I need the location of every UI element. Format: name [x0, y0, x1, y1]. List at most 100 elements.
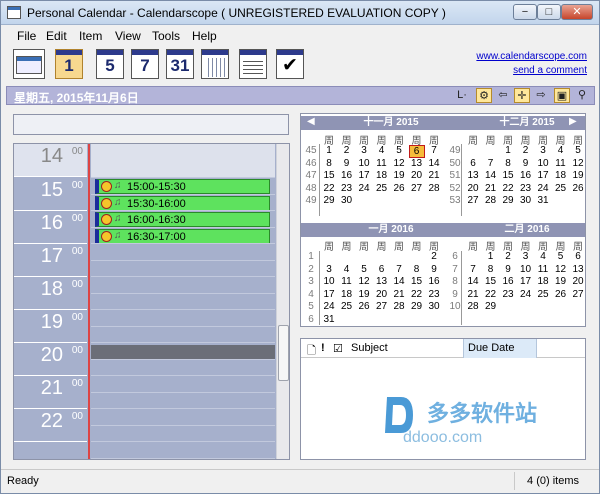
calendar-day[interactable]: 24	[356, 183, 372, 194]
month-view-button[interactable]: 31	[166, 49, 194, 79]
calendar-day[interactable]: 2	[500, 251, 516, 262]
menu-item[interactable]: Item	[79, 29, 102, 43]
send-comment-link[interactable]: send a comment	[513, 65, 587, 76]
calendar-day[interactable]: 25	[553, 183, 569, 194]
calendar-day[interactable]: 17	[356, 170, 372, 181]
calendar-day[interactable]: 27	[374, 301, 390, 312]
calendar-day[interactable]: 15	[500, 170, 516, 181]
calendar-day[interactable]: 1	[483, 251, 499, 262]
calendar-day[interactable]: 8	[321, 158, 337, 169]
calendar-day[interactable]: 22	[483, 289, 499, 300]
calendar-day[interactable]: 24	[321, 301, 337, 312]
appointment[interactable]: ♫ 16:30-17:00	[95, 229, 270, 244]
day-view-button[interactable]: 1	[55, 49, 83, 79]
calendar-day[interactable]: 12	[570, 158, 586, 169]
calendar-day[interactable]: 2	[339, 145, 355, 156]
calendar-day[interactable]: 1	[321, 145, 337, 156]
calendar-day[interactable]: 18	[339, 289, 355, 300]
calendar-day[interactable]: 19	[570, 170, 586, 181]
calendar-day[interactable]: 6	[374, 264, 390, 275]
calendar-day[interactable]: 7	[426, 145, 442, 156]
calendar-day[interactable]: 24	[535, 183, 551, 194]
calendar-day[interactable]: 11	[339, 276, 355, 287]
calendar-day[interactable]: 22	[409, 289, 425, 300]
calendar-day[interactable]: 10	[518, 264, 534, 275]
calendar-day[interactable]: 3	[518, 251, 534, 262]
binoculars-icon[interactable]: ⚲	[574, 88, 590, 103]
calendar-day[interactable]: 15	[483, 276, 499, 287]
calendar-day[interactable]: 19	[391, 170, 407, 181]
calendar-day[interactable]: 8	[500, 158, 516, 169]
calendar-day[interactable]: 6	[570, 251, 586, 262]
calendar-day[interactable]: 27	[409, 183, 425, 194]
today-icon[interactable]: ✛	[514, 88, 530, 103]
calendar-day[interactable]: 8	[409, 264, 425, 275]
calendar-day[interactable]: 30	[518, 195, 534, 206]
calendar-day[interactable]: 23	[426, 289, 442, 300]
calendar-day[interactable]: 12	[553, 264, 569, 275]
calendar-day[interactable]: 17	[321, 289, 337, 300]
calendar-day[interactable]: 12	[391, 158, 407, 169]
menu-file[interactable]: File	[17, 29, 36, 43]
calendar-day[interactable]: 10	[356, 158, 372, 169]
back-arrow-icon[interactable]: ⇦	[495, 88, 511, 103]
day-view-scrollbar[interactable]	[276, 144, 289, 459]
calendar-day[interactable]: 16	[500, 276, 516, 287]
zoom-level-button[interactable]: L·	[454, 88, 470, 103]
calendar-day[interactable]: 31	[321, 314, 337, 325]
menu-help[interactable]: Help	[192, 29, 217, 43]
calendar-day[interactable]: 2	[518, 145, 534, 156]
quick-entry-box[interactable]	[13, 114, 289, 135]
calendar-day[interactable]: 4	[535, 251, 551, 262]
calendar-day[interactable]: 28	[426, 183, 442, 194]
calendar-day[interactable]: 14	[465, 276, 481, 287]
menu-edit[interactable]: Edit	[46, 29, 67, 43]
calendar-day[interactable]: 30	[426, 301, 442, 312]
calendar-day[interactable]: 20	[570, 276, 586, 287]
calendar-day[interactable]: 4	[374, 145, 390, 156]
scroll-thumb[interactable]	[278, 325, 289, 381]
menu-view[interactable]: View	[115, 29, 141, 43]
calendar-day[interactable]: 11	[535, 264, 551, 275]
calendar-day[interactable]: 25	[535, 289, 551, 300]
calendar-day[interactable]: 8	[483, 264, 499, 275]
calendar-day[interactable]: 3	[321, 264, 337, 275]
calendar-day[interactable]: 13	[570, 264, 586, 275]
calendar-day[interactable]: 5	[570, 145, 586, 156]
calendar-day[interactable]: 18	[374, 170, 390, 181]
appointment[interactable]: ♫ 16:00-16:30	[95, 212, 270, 227]
forward-arrow-icon[interactable]: ⇨	[533, 88, 549, 103]
month-title-jan[interactable]: 一月 2016	[341, 223, 441, 237]
calendar-day[interactable]: 9	[339, 158, 355, 169]
close-button[interactable]: ✕	[561, 4, 593, 20]
calendar-day[interactable]: 18	[535, 276, 551, 287]
calendar-day[interactable]: 5	[391, 145, 407, 156]
calendar-day[interactable]: 15	[409, 276, 425, 287]
month-title-feb[interactable]: 二月 2016	[477, 223, 577, 237]
gear-icon[interactable]: ⚙	[476, 88, 492, 103]
calendar-day[interactable]: 22	[500, 183, 516, 194]
calendar-day[interactable]: 3	[356, 145, 372, 156]
calendar-day[interactable]: 13	[409, 158, 425, 169]
minimize-button[interactable]: −	[513, 4, 537, 20]
calendar-icon[interactable]: ▣	[554, 88, 570, 103]
calendar-day[interactable]: 29	[483, 301, 499, 312]
calendar-day[interactable]: 17	[518, 276, 534, 287]
calendar-day[interactable]: 12	[356, 276, 372, 287]
calendar-day[interactable]: 20	[374, 289, 390, 300]
calendar-day[interactable]: 29	[500, 195, 516, 206]
schedule-area[interactable]: ♫ 15:00-15:30 ♫ 15:30-16:00 ♫ 16:00-16:30 ♫…	[91, 144, 275, 459]
calendar-day-today[interactable]: 6	[408, 145, 425, 158]
work-week-view-button[interactable]: 5	[96, 49, 124, 79]
calendar-day[interactable]: 30	[339, 195, 355, 206]
month-title-nov[interactable]: 十一月 2015	[341, 116, 441, 130]
calendar-day[interactable]: 21	[465, 289, 481, 300]
calendar-day[interactable]: 20	[465, 183, 481, 194]
calendar-day[interactable]: 23	[518, 183, 534, 194]
calendar-day[interactable]: 19	[356, 289, 372, 300]
calendar-day[interactable]: 29	[321, 195, 337, 206]
calendar-day[interactable]: 3	[535, 145, 551, 156]
calendar-day[interactable]: 10	[321, 276, 337, 287]
appointment[interactable]: ♫ 15:00-15:30	[95, 179, 270, 194]
calendar-day[interactable]: 4	[553, 145, 569, 156]
